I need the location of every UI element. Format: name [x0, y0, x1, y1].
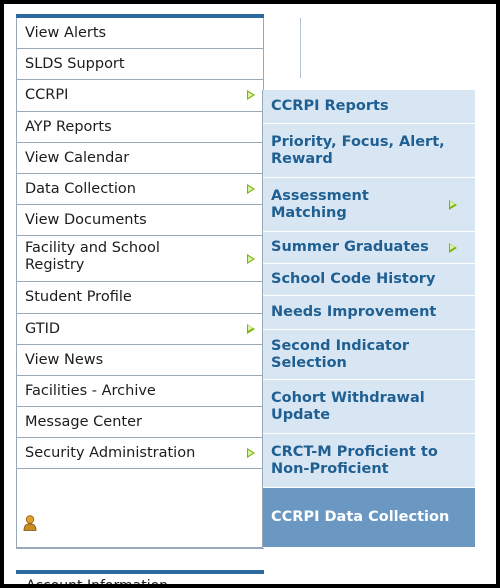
nav-item-label: View Calendar — [25, 149, 130, 166]
submenu-item-second-indicator-selection[interactable]: Second Indicator Selection — [263, 330, 475, 380]
submenu-item-assessment-matching[interactable]: Assessment Matching — [263, 178, 475, 232]
nav-item-label: Student Profile — [25, 289, 132, 306]
nav-item-slds-support[interactable]: SLDS Support — [17, 49, 263, 81]
submenu-arrow-icon — [247, 323, 255, 334]
submenu-item-summer-graduates[interactable]: Summer Graduates — [263, 232, 475, 264]
left-nav-menu: View Alerts SLDS Support CCRPI AYP Repor… — [16, 18, 264, 550]
nav-item-label: Data Collection — [25, 181, 136, 198]
nav-spacer — [17, 469, 263, 549]
nav-item-gtid[interactable]: GTID — [17, 313, 263, 345]
nav-item-view-news[interactable]: View News — [17, 344, 263, 376]
nav-item-label: SLDS Support — [25, 56, 125, 73]
nav-item-label: Facilities - Archive — [25, 382, 156, 399]
nav-item-ccrpi[interactable]: CCRPI — [17, 80, 263, 112]
submenu-arrow-icon — [247, 184, 255, 195]
nav-item-student-profile[interactable]: Student Profile — [17, 282, 263, 314]
submenu-arrow-icon — [449, 199, 457, 210]
nav-item-label: View Documents — [25, 212, 147, 229]
menu-bottom-bar — [16, 570, 264, 574]
nav-item-label: Facility and School Registry — [25, 240, 160, 274]
nav-item-label: AYP Reports — [25, 118, 112, 135]
submenu-item-crct-m-proficient[interactable]: CRCT-M Proficient to Non-Proficient — [263, 434, 475, 488]
nav-item-label: Message Center — [25, 414, 142, 431]
submenu-item-priority-focus-alert-reward[interactable]: Priority, Focus, Alert, Reward — [263, 124, 475, 178]
submenu-item-label: Assessment Matching — [271, 187, 369, 221]
nav-item-data-collection[interactable]: Data Collection — [17, 173, 263, 206]
submenu-item-label: School Code History — [271, 271, 436, 287]
submenu-arrow-icon — [247, 254, 255, 265]
content-divider — [300, 18, 301, 78]
submenu-item-ccrpi-data-collection[interactable]: CCRPI Data Collection — [263, 488, 475, 548]
submenu-item-needs-improvement[interactable]: Needs Improvement — [263, 296, 475, 330]
submenu-item-label: Cohort Withdrawal Update — [271, 389, 425, 423]
ccrpi-submenu: CCRPI Reports Priority, Focus, Alert, Re… — [262, 90, 475, 548]
nav-item-facility-school-registry[interactable]: Facility and School Registry — [17, 236, 263, 283]
nav-item-view-documents[interactable]: View Documents — [17, 205, 263, 237]
submenu-item-label: CCRPI Data Collection — [271, 509, 450, 525]
nav-item-label: GTID — [25, 320, 61, 337]
submenu-item-cohort-withdrawal-update[interactable]: Cohort Withdrawal Update — [263, 380, 475, 434]
nav-item-view-calendar[interactable]: View Calendar — [17, 142, 263, 174]
submenu-item-school-code-history[interactable]: School Code History — [263, 264, 475, 296]
submenu-item-label: Summer Graduates — [271, 239, 429, 255]
nav-item-security-administration[interactable]: Security Administration — [17, 438, 263, 470]
submenu-item-label: CCRPI Reports — [271, 98, 389, 114]
nav-item-view-alerts[interactable]: View Alerts — [17, 18, 263, 50]
submenu-arrow-icon — [247, 448, 255, 459]
nav-item-label: CCRPI — [25, 87, 69, 104]
nav-item-facilities-archive[interactable]: Facilities - Archive — [17, 375, 263, 408]
nav-item-label: View Alerts — [25, 25, 107, 42]
submenu-item-label: Priority, Focus, Alert, Reward — [271, 133, 445, 167]
nav-item-message-center[interactable]: Message Center — [17, 407, 263, 439]
submenu-arrow-icon — [247, 90, 255, 101]
user-icon — [23, 515, 37, 532]
screenshot-frame: View Alerts SLDS Support CCRPI AYP Repor… — [0, 0, 500, 588]
nav-item-ayp-reports[interactable]: AYP Reports — [17, 111, 263, 143]
submenu-item-ccrpi-reports[interactable]: CCRPI Reports — [263, 90, 475, 124]
submenu-item-label: Second Indicator Selection — [271, 337, 410, 371]
nav-item-label: Security Administration — [25, 445, 196, 462]
nav-item-label: View News — [25, 351, 104, 368]
submenu-item-label: Needs Improvement — [271, 304, 437, 320]
account-information-link[interactable]: Account Information — [26, 578, 168, 584]
submenu-arrow-icon — [449, 242, 457, 253]
submenu-item-label: CRCT-M Proficient to Non-Proficient — [271, 443, 438, 477]
